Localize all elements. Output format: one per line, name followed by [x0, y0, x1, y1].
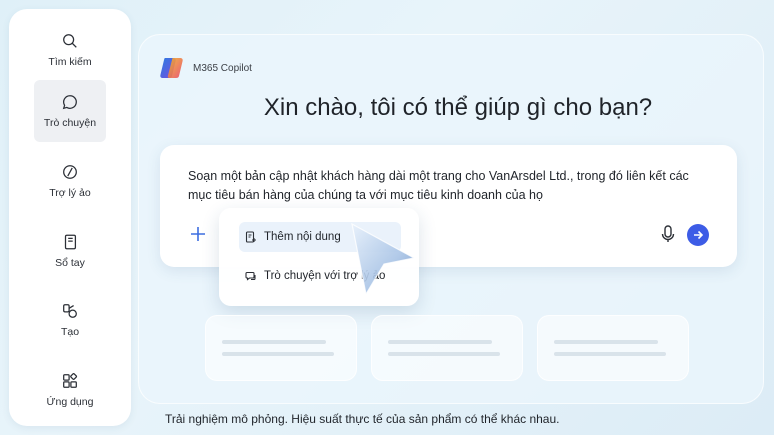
sidebar-item-label: Tìm kiếm: [48, 56, 92, 68]
send-button[interactable]: [687, 224, 709, 246]
sidebar-item-label: Trợ lý ảo: [49, 187, 91, 199]
prompt-input[interactable]: Soạn một bản cập nhật khách hàng dài một…: [188, 167, 708, 205]
sidebar-item-label: Tạo: [60, 326, 80, 338]
suggestion-card[interactable]: [537, 315, 689, 381]
copilot-logo-icon: [160, 58, 183, 78]
sidebar-item-search[interactable]: Tìm kiếm: [34, 19, 106, 81]
suggestion-card[interactable]: [371, 315, 523, 381]
placeholder-line: [222, 352, 334, 356]
brand: M365 Copilot: [159, 56, 252, 80]
placeholder-line: [388, 352, 500, 356]
plus-icon: [191, 227, 205, 241]
create-icon: [63, 304, 77, 318]
add-button[interactable]: [188, 224, 208, 244]
notebook-icon: [64, 234, 77, 250]
chat-icon: [62, 95, 77, 110]
sidebar-item-chat[interactable]: Trò chuyện: [34, 80, 106, 142]
suggestion-card[interactable]: [205, 315, 357, 381]
search-icon: [63, 34, 77, 48]
greeting-heading: Xin chào, tôi có thể giúp gì cho bạn?: [263, 94, 653, 121]
chat-agent-icon: [245, 271, 256, 281]
sidebar-item-label: Sổ tay: [55, 257, 85, 269]
pointer-cursor-icon: [351, 222, 416, 296]
disclaimer-text: Trải nghiệm mô phỏng. Hiệu suất thực tế …: [165, 412, 560, 426]
placeholder-line: [554, 352, 666, 356]
microphone-icon: [661, 225, 675, 242]
add-content-icon: [245, 231, 256, 243]
sidebar-item-agents[interactable]: Trợ lý ảo: [34, 150, 106, 212]
sidebar-item-create[interactable]: Tạo: [34, 289, 106, 351]
placeholder-line: [554, 340, 658, 344]
arrow-right-icon: [694, 230, 704, 240]
sidebar-item-apps[interactable]: Ứng dụng: [34, 359, 106, 421]
app-name: M365 Copilot: [193, 62, 252, 74]
placeholder-line: [222, 340, 326, 344]
microphone-button[interactable]: [660, 224, 676, 244]
menu-item-label: Thêm nội dung: [264, 231, 341, 243]
sidebar: Tìm kiếm Trò chuyện Trợ lý ảo Sổ tay Tạo…: [9, 9, 131, 426]
sidebar-item-label: Ứng dụng: [46, 396, 94, 408]
sidebar-item-notebook[interactable]: Sổ tay: [34, 220, 106, 282]
placeholder-line: [388, 340, 492, 344]
sidebar-item-label: Trò chuyện: [43, 117, 97, 129]
apps-icon: [63, 373, 78, 388]
agent-icon: [63, 165, 77, 179]
